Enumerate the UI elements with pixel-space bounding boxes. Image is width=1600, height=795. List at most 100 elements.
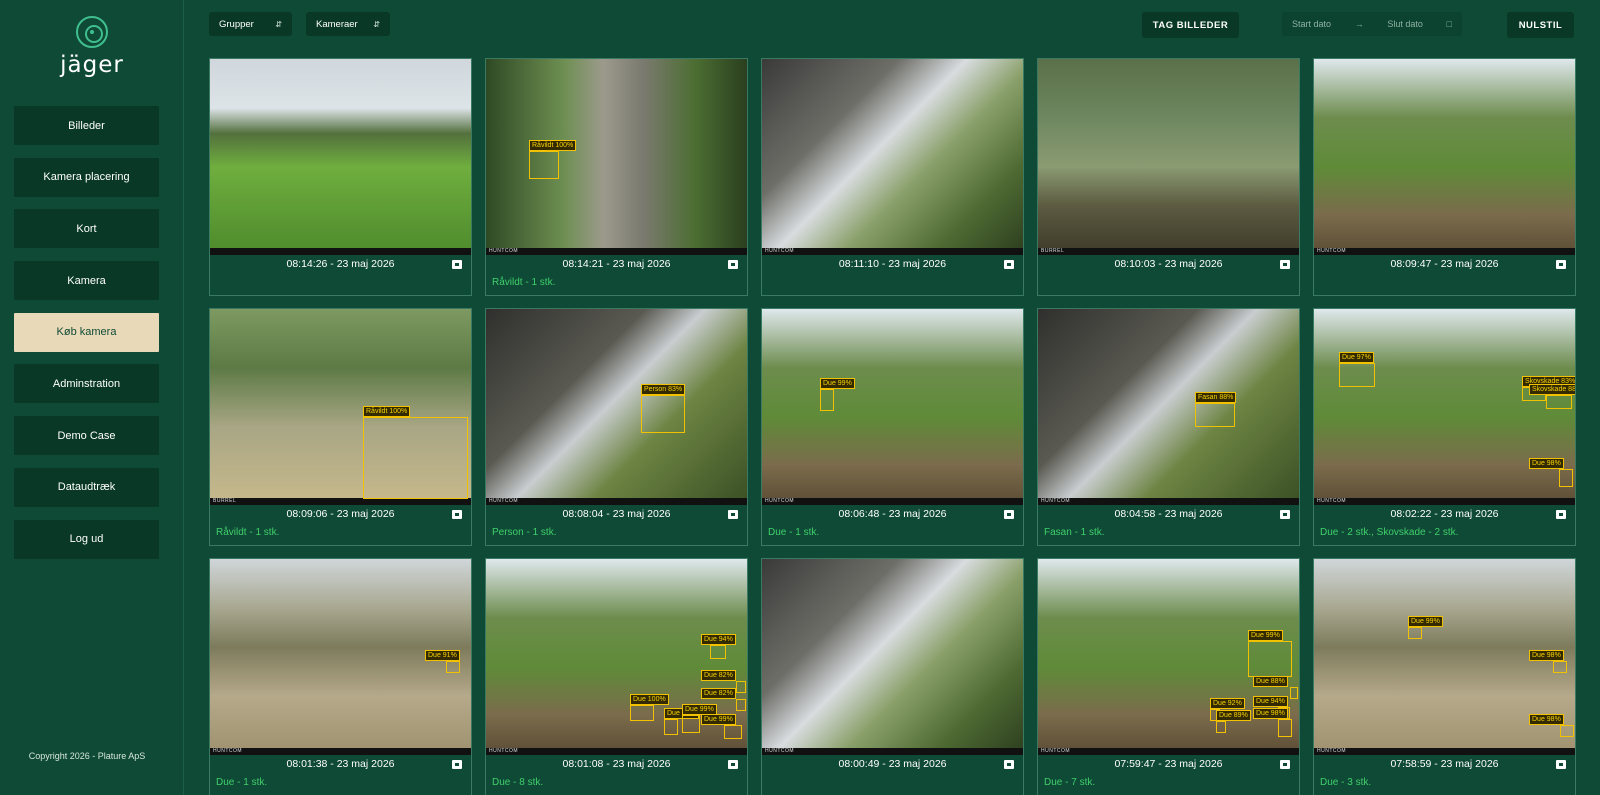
detection-summary: Due - 8 stk.	[492, 777, 544, 788]
photo-card[interactable]: HUNTCOM 08:11:10 - 23 maj 2026	[761, 58, 1024, 296]
sidebar-item-kort[interactable]: Kort	[14, 209, 159, 249]
detection-box	[1559, 469, 1573, 487]
camera-photo[interactable]: HUNTCOM	[762, 59, 1023, 255]
photo-image	[486, 559, 747, 755]
detection-box	[682, 715, 700, 733]
photo-card[interactable]: HUNTCOM Due 94% Due 82% Due 82% Due 99% Due 1…	[485, 558, 748, 795]
camera-photo[interactable]: HUNTCOM Due 99%	[762, 309, 1023, 505]
start-date-input[interactable]: Start dato	[1292, 19, 1331, 29]
camera-photo[interactable]: HUNTCOM Råvildt 100%	[486, 59, 747, 255]
updown-chevron-icon: ⇵	[373, 19, 380, 29]
photo-card[interactable]: HUNTCOM Due 99% 08:06:48 - 23 maj 2026 Due …	[761, 308, 1024, 546]
photo-card[interactable]: BURREL Råvildt 100% 08:09:06 - 23 maj 2026…	[209, 308, 472, 546]
save-icon[interactable]	[728, 260, 738, 269]
camera-photo[interactable]: HUNTCOM Due 99% Due 98% Due 98%	[1314, 559, 1575, 755]
take-photos-button[interactable]: TAG BILLEDER	[1142, 12, 1239, 38]
photo-image	[762, 309, 1023, 505]
save-icon[interactable]	[1004, 260, 1014, 269]
photo-timestamp: 07:59:47 - 23 maj 2026	[1114, 758, 1223, 770]
save-icon[interactable]	[1280, 260, 1290, 269]
detection-label: Råvildt 100%	[529, 140, 577, 151]
detection-box	[1216, 721, 1226, 733]
save-icon[interactable]	[1004, 760, 1014, 769]
reset-button[interactable]: NULSTIL	[1507, 12, 1574, 38]
camera-photo[interactable]: HUNTCOM Person 83%	[486, 309, 747, 505]
photo-image	[1038, 59, 1299, 255]
sidebar: jäger Billeder Kamera placering Kort Kam…	[0, 0, 184, 795]
detection-label: Due 99%	[682, 704, 717, 715]
detection-box	[641, 395, 685, 433]
photo-card[interactable]: HUNTCOM Due 91% 08:01:38 - 23 maj 2026 Due …	[209, 558, 472, 795]
photo-card[interactable]: HUNTCOM Due 99% Due 88% Due 94% Due 92% Due 8…	[1037, 558, 1300, 795]
detection-label: Person 83%	[641, 384, 686, 395]
save-icon[interactable]	[1556, 260, 1566, 269]
camera-info-strip: HUNTCOM	[1038, 498, 1299, 505]
save-icon[interactable]	[452, 510, 462, 519]
camera-photo[interactable]: HUNTCOM Due 91%	[210, 559, 471, 755]
detection-label: Fasan 88%	[1195, 392, 1237, 403]
save-icon[interactable]	[1004, 510, 1014, 519]
cameras-select[interactable]: Kameraer ⇵	[306, 12, 390, 36]
sidebar-item-adminstration[interactable]: Adminstration	[14, 364, 159, 404]
photo-image	[486, 309, 747, 505]
sidebar-item-demo-case[interactable]: Demo Case	[14, 416, 159, 456]
camera-info-strip: HUNTCOM	[210, 748, 471, 755]
camera-photo[interactable]: HUNTCOM Due 94% Due 82% Due 82% Due 99% Due 1…	[486, 559, 747, 755]
photo-card[interactable]: HUNTCOM Fasan 88% 08:04:58 - 23 maj 2026 Fa…	[1037, 308, 1300, 546]
camera-photo[interactable]: BURREL Råvildt 100%	[210, 309, 471, 505]
detection-box	[446, 661, 460, 673]
sidebar-item-billeder[interactable]: Billeder	[14, 106, 159, 145]
camera-photo[interactable]: BURREL	[1038, 59, 1299, 255]
detection-label: Due 99%	[701, 714, 736, 725]
date-range-picker[interactable]: Start dato → Slut dato □	[1282, 12, 1462, 36]
detection-summary: Råvildt - 1 stk.	[492, 277, 556, 288]
detection-box	[1553, 661, 1567, 673]
photo-card[interactable]: HUNTCOM Råvildt 100% 08:14:21 - 23 maj 202…	[485, 58, 748, 296]
save-icon[interactable]	[728, 760, 738, 769]
groups-select[interactable]: Grupper ⇵	[209, 12, 292, 36]
photo-card[interactable]: HUNTCOM 08:09:47 - 23 maj 2026	[1313, 58, 1576, 296]
detection-label: Due 98%	[1529, 650, 1564, 661]
save-icon[interactable]	[452, 260, 462, 269]
sidebar-item-log-ud[interactable]: Log ud	[14, 519, 159, 559]
save-icon[interactable]	[1556, 510, 1566, 519]
photo-timestamp: 08:14:26 - 23 maj 2026	[286, 258, 395, 270]
end-date-input[interactable]: Slut dato	[1387, 19, 1423, 29]
detection-box	[363, 417, 468, 499]
camera-photo[interactable]: HUNTCOM Due 97% Skovskade 83% Skovskade 88 D…	[1314, 309, 1575, 505]
save-icon[interactable]	[1280, 760, 1290, 769]
camera-photo[interactable]	[210, 59, 471, 255]
photo-card[interactable]: HUNTCOM Due 99% Due 98% Due 98% 07:58:59 - 2…	[1313, 558, 1576, 795]
camera-info-strip: HUNTCOM	[1038, 748, 1299, 755]
detection-label: Due 82%	[701, 688, 736, 699]
app-logo[interactable]: jäger	[0, 16, 184, 78]
photo-image	[762, 59, 1023, 255]
toolbar: Grupper ⇵ Kameraer ⇵ TAG BILLEDER Start …	[184, 0, 1600, 52]
detection-box	[664, 719, 678, 735]
camera-photo[interactable]: HUNTCOM	[762, 559, 1023, 755]
camera-photo[interactable]: HUNTCOM Due 99% Due 88% Due 94% Due 92% Due 8…	[1038, 559, 1299, 755]
save-icon[interactable]	[1280, 510, 1290, 519]
save-icon[interactable]	[452, 760, 462, 769]
sidebar-item-kamera[interactable]: Kamera	[14, 261, 159, 301]
camera-info-strip: HUNTCOM	[762, 748, 1023, 755]
photo-card[interactable]: BURREL 08:10:03 - 23 maj 2026	[1037, 58, 1300, 296]
photo-timestamp: 08:04:58 - 23 maj 2026	[1114, 508, 1223, 520]
calendar-icon[interactable]: □	[1447, 19, 1452, 29]
camera-photo[interactable]: HUNTCOM Fasan 88%	[1038, 309, 1299, 505]
detection-box	[630, 705, 654, 721]
photo-card[interactable]: HUNTCOM Person 83% 08:08:04 - 23 maj 2026 P…	[485, 308, 748, 546]
photo-card[interactable]: HUNTCOM 08:00:49 - 23 maj 2026	[761, 558, 1024, 795]
detection-label: Due 99%	[1408, 616, 1443, 627]
sidebar-item-dataudtraek[interactable]: Dataudtræk	[14, 467, 159, 507]
save-icon[interactable]	[728, 510, 738, 519]
sidebar-item-kamera-placering[interactable]: Kamera placering	[14, 157, 159, 197]
sidebar-item-kob-kamera[interactable]: Køb kamera	[14, 312, 159, 352]
photo-image	[762, 559, 1023, 755]
camera-photo[interactable]: HUNTCOM	[1314, 59, 1575, 255]
save-icon[interactable]	[1556, 760, 1566, 769]
photo-image	[1314, 59, 1575, 255]
detection-box	[736, 681, 746, 693]
photo-card[interactable]: 08:14:26 - 23 maj 2026	[209, 58, 472, 296]
photo-card[interactable]: HUNTCOM Due 97% Skovskade 83% Skovskade 88 D…	[1313, 308, 1576, 546]
